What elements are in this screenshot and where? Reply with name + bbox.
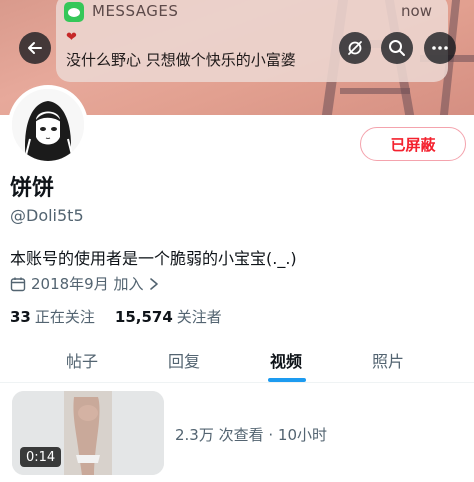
follow-stats: 33 正在关注 15,574 关注者 bbox=[10, 306, 222, 327]
profile-bio: 本账号的使用者是一个脆弱的小宝宝(._.) bbox=[10, 249, 297, 268]
messages-app-icon bbox=[64, 2, 84, 22]
following-count[interactable]: 33 bbox=[10, 308, 31, 326]
joined-label: 2018年9月 加入 bbox=[31, 275, 144, 293]
profile-tabs: 帖子 回复 视频 照片 bbox=[0, 338, 474, 382]
antenna-button[interactable] bbox=[339, 32, 371, 64]
calendar-icon bbox=[10, 277, 26, 291]
avatar[interactable] bbox=[8, 85, 88, 165]
antenna-icon bbox=[348, 41, 362, 55]
blocked-button[interactable]: 已屏蔽 bbox=[360, 127, 466, 161]
following-label[interactable]: 正在关注 bbox=[35, 306, 95, 327]
heart-icon: ❤ bbox=[66, 30, 77, 45]
video-meta: 2.3万 次查看 · 10小时 bbox=[175, 426, 328, 444]
tab-photos[interactable]: 照片 bbox=[372, 338, 404, 382]
divider bbox=[0, 382, 474, 383]
tab-replies[interactable]: 回复 bbox=[168, 338, 200, 382]
tab-videos[interactable]: 视频 bbox=[270, 338, 302, 382]
more-icon bbox=[432, 46, 448, 50]
notification-app-name: MESSAGES bbox=[92, 2, 179, 20]
video-thumbnail[interactable]: 0:14 bbox=[12, 391, 164, 475]
back-button[interactable] bbox=[19, 32, 51, 64]
followers-count[interactable]: 15,574 bbox=[115, 308, 173, 326]
notification-time: now bbox=[401, 2, 432, 20]
followers-label[interactable]: 关注者 bbox=[177, 306, 222, 327]
banner-decoration bbox=[340, 88, 410, 94]
user-handle: @Doli5t5 bbox=[10, 206, 84, 225]
joined-date[interactable]: 2018年9月 加入 bbox=[10, 273, 159, 294]
video-duration-badge: 0:14 bbox=[20, 447, 62, 467]
display-name: 饼饼 bbox=[10, 176, 55, 201]
notification-message: 没什么野心 只想做个快乐的小富婆 bbox=[66, 51, 296, 69]
avatar-illustration bbox=[12, 89, 84, 161]
more-button[interactable] bbox=[424, 32, 456, 64]
tab-posts[interactable]: 帖子 bbox=[66, 338, 98, 382]
chevron-right-icon bbox=[149, 277, 158, 290]
back-arrow-icon bbox=[28, 42, 42, 54]
search-icon bbox=[389, 40, 405, 56]
search-button[interactable] bbox=[381, 32, 413, 64]
